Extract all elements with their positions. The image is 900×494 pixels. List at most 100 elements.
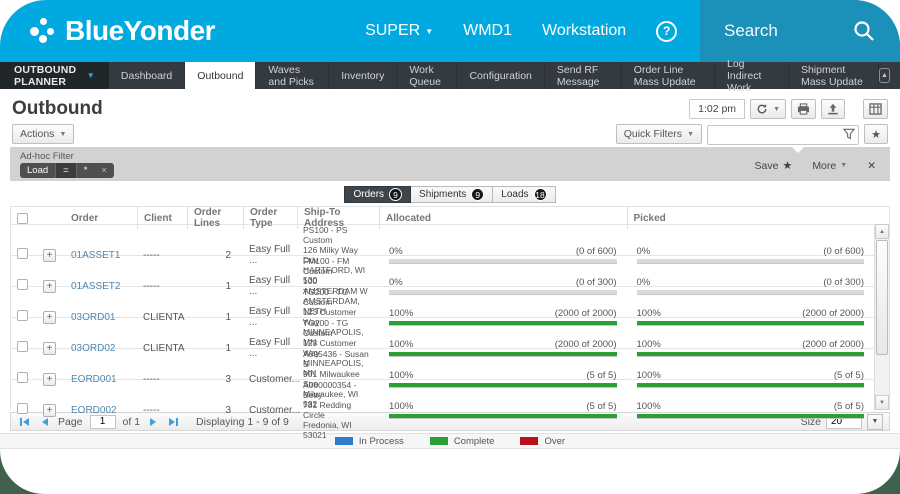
column-order-lines[interactable]: Order Lines: [187, 207, 243, 229]
row-checkbox[interactable]: [17, 372, 28, 383]
progress-fill: [637, 321, 865, 325]
filter-chip-operator[interactable]: =: [55, 163, 77, 178]
collapse-icon[interactable]: ▲: [879, 68, 890, 83]
order-link[interactable]: EORD001: [71, 374, 117, 385]
scrollbar-thumb[interactable]: [876, 240, 888, 355]
more-button[interactable]: More ▼: [812, 160, 847, 172]
allocated-fraction: (2000 of 2000): [555, 339, 617, 350]
select-all-checkbox[interactable]: [17, 213, 28, 224]
scroll-up-icon[interactable]: ▲: [875, 224, 889, 239]
row-checkbox[interactable]: [17, 248, 28, 259]
search-icon[interactable]: [853, 20, 876, 43]
planner-selector[interactable]: OUTBOUND PLANNER ▼: [0, 62, 109, 89]
row-checkbox[interactable]: [17, 341, 28, 352]
toolbar-right: Quick Filters ▼ ★: [616, 124, 888, 144]
row-checkbox[interactable]: [17, 279, 28, 290]
row-checkbox[interactable]: [17, 310, 28, 321]
order-link[interactable]: 03ORD01: [71, 312, 115, 323]
allocated-percent: 0%: [389, 277, 403, 288]
progress-fill: [389, 414, 617, 418]
tab-configuration[interactable]: Configuration: [457, 62, 544, 89]
prev-page-button[interactable]: [39, 418, 51, 426]
picked-percent: 100%: [637, 339, 661, 350]
row-expand-button[interactable]: +: [43, 249, 56, 262]
tab-waves-and-picks[interactable]: Waves and Picks: [256, 62, 329, 89]
tab-log-indirect-work[interactable]: Log Indirect Work: [715, 62, 789, 89]
row-expand-button[interactable]: +: [43, 373, 56, 386]
order-link[interactable]: EORD002: [71, 405, 117, 416]
column-order[interactable]: Order: [65, 207, 137, 229]
picked-cell: 0% (0 of 600): [627, 246, 875, 264]
client-cell: -----: [137, 374, 187, 385]
refresh-button[interactable]: ▼: [750, 99, 786, 119]
funnel-icon[interactable]: [843, 128, 855, 140]
first-page-button[interactable]: [17, 418, 32, 426]
save-filter-button[interactable]: Save ★: [755, 159, 793, 172]
address-line: FM100 - FM Custom: [303, 256, 373, 276]
row-expand-button[interactable]: +: [43, 311, 56, 324]
favorite-filter-button[interactable]: ★: [864, 124, 888, 144]
subtab-shipments[interactable]: Shipments 9: [411, 186, 493, 203]
page-input[interactable]: [90, 415, 116, 429]
export-button[interactable]: [821, 99, 845, 119]
subtab-loads-label: Loads: [501, 189, 528, 200]
allocated-percent: 100%: [389, 370, 413, 381]
planner-label: OUTBOUND PLANNER: [14, 64, 77, 88]
tab-dashboard[interactable]: Dashboard: [109, 62, 185, 89]
tab-order-line-mass-update[interactable]: Order Line Mass Update: [622, 62, 715, 89]
progress-track: [637, 290, 865, 295]
picked-cell: 0% (0 of 300): [627, 277, 875, 295]
tab-shipment-mass-update[interactable]: Shipment Mass Update: [789, 62, 879, 89]
scroll-down-icon[interactable]: ▼: [875, 395, 889, 410]
column-allocated[interactable]: Allocated: [379, 207, 627, 229]
vertical-scrollbar[interactable]: ▲ ▼: [874, 224, 889, 410]
page-label: Page: [58, 416, 83, 428]
shipments-count-badge: 9: [471, 188, 484, 201]
order-type-cell: Customer...: [243, 405, 297, 416]
next-page-button[interactable]: [147, 418, 159, 426]
legend-bar: In Process Complete Over: [0, 433, 900, 449]
actions-button[interactable]: Actions ▼: [12, 124, 74, 144]
quick-filters-button[interactable]: Quick Filters ▼: [616, 124, 702, 144]
tab-outbound[interactable]: Outbound: [185, 62, 256, 89]
menu-warehouse-label: WMD1: [463, 22, 512, 40]
menu-warehouse[interactable]: WMD1: [463, 22, 512, 40]
close-panel-button[interactable]: ✕: [867, 160, 876, 172]
menu-user[interactable]: SUPER ▼: [365, 22, 433, 40]
row-expand-button[interactable]: +: [43, 280, 56, 293]
subtab-loads[interactable]: Loads 18: [493, 186, 555, 203]
allocated-cell: 0% (0 of 600): [379, 246, 627, 264]
column-client[interactable]: Client: [137, 207, 187, 229]
close-icon[interactable]: ×: [94, 163, 114, 178]
progress-track: [637, 414, 865, 419]
row-expand-button[interactable]: +: [43, 404, 56, 417]
column-picked[interactable]: Picked: [627, 207, 875, 229]
search-input[interactable]: [724, 21, 844, 41]
picked-percent: 100%: [637, 308, 661, 319]
column-order-type[interactable]: Order Type: [243, 207, 297, 229]
print-button[interactable]: [791, 99, 816, 119]
order-link[interactable]: 03ORD02: [71, 343, 115, 354]
picked-cell: 100% (2000 of 2000): [627, 308, 875, 326]
row-expand-button[interactable]: +: [43, 342, 56, 355]
last-page-button[interactable]: [166, 418, 181, 426]
tab-work-queue[interactable]: Work Queue: [397, 62, 457, 89]
order-link[interactable]: 01ASSET1: [71, 250, 120, 261]
tab-inventory[interactable]: Inventory: [329, 62, 397, 89]
menu-workstation[interactable]: Workstation: [542, 22, 626, 40]
help-icon[interactable]: ?: [656, 21, 677, 42]
ship-to-address-cell: A000000354 - Betty 781 Redding Circle Fr…: [297, 380, 379, 440]
column-settings-button[interactable]: [863, 99, 888, 119]
refresh-icon: [756, 103, 768, 115]
table-body: + 01ASSET1 ----- 2 Easy Full ... PS100 -…: [11, 224, 874, 410]
subtab-orders[interactable]: Orders 9: [344, 186, 411, 203]
order-link[interactable]: 01ASSET2: [71, 281, 120, 292]
entity-subtabs: Orders 9 Shipments 9 Loads 18: [0, 186, 900, 203]
filter-chip-value[interactable]: *: [77, 163, 95, 178]
row-checkbox[interactable]: [17, 403, 28, 414]
filter-input[interactable]: [707, 125, 859, 145]
filter-chip[interactable]: Load = * ×: [20, 163, 114, 178]
tab-send-rf-message[interactable]: Send RF Message: [545, 62, 622, 89]
subtab-shipments-label: Shipments: [419, 189, 466, 200]
client-cell: CLIENTA: [137, 312, 187, 323]
